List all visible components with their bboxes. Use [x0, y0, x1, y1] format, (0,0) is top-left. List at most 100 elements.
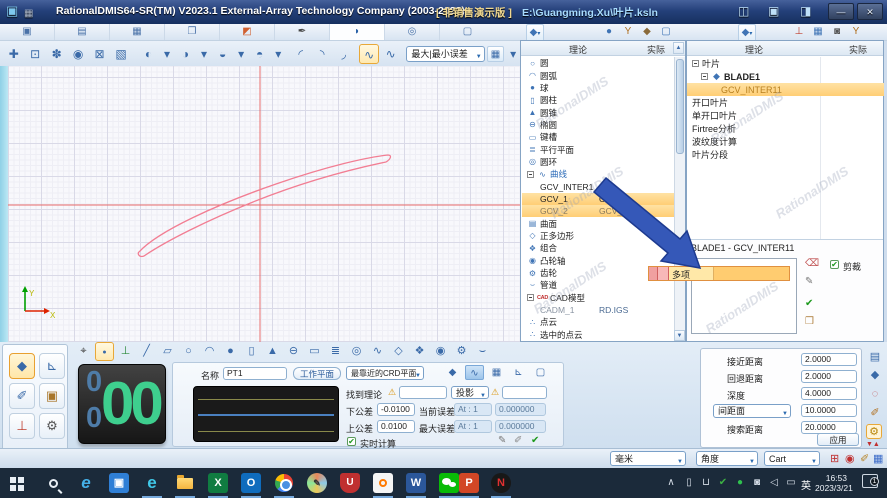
scroll-up-button[interactable]: ▲	[673, 42, 684, 54]
tree-item-ellipse[interactable]: ⊖椭圆	[522, 119, 674, 131]
taskbar-powerpoint-icon[interactable]: P	[455, 471, 483, 495]
path-icon[interactable]: ⊞	[830, 452, 839, 465]
hand-icon[interactable]: ✽	[47, 44, 66, 64]
curve-feature-icon[interactable]: ∿	[368, 342, 387, 361]
tree-item-blade-root[interactable]: 叶片	[687, 57, 820, 70]
ellipse-feature-icon[interactable]: ⊖	[284, 342, 303, 361]
workplane-button[interactable]: 工作平面	[293, 367, 341, 380]
tree-item-pipe[interactable]: ⌣管道	[522, 279, 674, 291]
tab-angle-icon[interactable]: ⊾	[509, 365, 528, 380]
approach-distance-input[interactable]: 2.0000	[801, 353, 857, 366]
feature-tree-scrollbar[interactable]: ▼	[674, 57, 685, 341]
tray-language-indicator[interactable]: 英	[801, 477, 811, 492]
tray-clock[interactable]: 16:53 2023/3/21	[815, 473, 847, 493]
upper-tolerance-input[interactable]: 0.0100	[377, 420, 415, 433]
cap-view-icon[interactable]: ◆	[638, 24, 656, 39]
tray-display-icon[interactable]: ▭	[784, 471, 798, 495]
axis-triad-icon[interactable]: ⊥	[9, 413, 35, 439]
taskbar-dmis-app-icon[interactable]: N	[487, 471, 515, 495]
tree-item-cadm-1[interactable]: CADM_1RD.IGS	[522, 304, 674, 316]
realtime-calc-checkbox[interactable]	[347, 437, 356, 446]
tab-machine[interactable]: ▣	[0, 24, 55, 40]
tree-item-blade1[interactable]: ◆BLADE1	[687, 70, 820, 83]
tree-item-blade-sections[interactable]: 叶片分段	[687, 148, 820, 161]
combination-feature-icon[interactable]: ❖	[410, 342, 429, 361]
chevron-down-icon[interactable]: ▾	[234, 44, 248, 64]
scroll-down-button[interactable]: ▼	[674, 330, 685, 341]
lower-tolerance-input[interactable]: -0.0100	[377, 403, 415, 416]
profile-3-icon[interactable]: ◞	[334, 44, 353, 64]
tree-item-sphere[interactable]: ●球	[522, 82, 674, 94]
tab-monitor[interactable]: ◎	[385, 24, 440, 40]
tab-table[interactable]: ▦	[110, 24, 165, 40]
sphere-feature-icon[interactable]: ●	[221, 342, 240, 361]
collapse-icon[interactable]	[527, 171, 534, 178]
pipe-feature-icon[interactable]: ⌣	[473, 342, 492, 361]
projection-dropdown[interactable]: 投影	[451, 386, 489, 399]
profile-1-icon[interactable]: ◜	[291, 44, 310, 64]
tree-item-polygon[interactable]: ◇正多边形	[522, 230, 674, 242]
fixture-box-icon[interactable]: ▣	[39, 383, 65, 409]
units-dropdown[interactable]: 毫米	[610, 451, 686, 466]
theory-column-header[interactable]: 理论	[745, 43, 763, 56]
taskbar-internet-explorer-icon[interactable]: e	[72, 471, 100, 495]
view-side-icon[interactable]: ◑	[176, 44, 195, 64]
confirm-result-icon[interactable]: ✔	[531, 435, 539, 446]
view-iso-icon[interactable]: ◓	[250, 44, 269, 64]
depth-input[interactable]: 4.0000	[801, 387, 857, 400]
clip-checkbox[interactable]	[830, 260, 839, 269]
scrollbar-thumb[interactable]	[676, 59, 684, 154]
tree-item-gcv-1[interactable]: GCV_1GCV_1	[522, 193, 674, 205]
taskbar-foxit-icon[interactable]	[369, 471, 397, 495]
profile-2-icon[interactable]: ◝	[312, 44, 331, 64]
find-theory-input[interactable]	[399, 386, 447, 399]
tray-usb-icon[interactable]: ⊔	[699, 471, 713, 495]
segment-cell[interactable]	[658, 267, 669, 280]
polygon-feature-icon[interactable]: ◇	[389, 342, 408, 361]
window-layout-icon[interactable]: ▣	[768, 4, 779, 18]
tree-item-torus[interactable]: ◎圆环	[522, 156, 674, 168]
tree-item-gcv-inter11[interactable]: GCV_INTER11	[687, 83, 884, 96]
collapse-icon[interactable]	[692, 60, 699, 67]
tray-volume-icon[interactable]: ◁	[767, 471, 781, 495]
grid-display-icon[interactable]: ▦	[487, 46, 505, 62]
tray-expand-icon[interactable]: ∧	[664, 471, 678, 495]
view-front-icon[interactable]: ◐	[139, 44, 158, 64]
chevron-down-icon[interactable]: ▾	[271, 44, 285, 64]
print-icon[interactable]: ▤	[867, 350, 883, 363]
coord-system-dropdown[interactable]: Cart	[764, 451, 820, 466]
tree-item-waviness-calc[interactable]: 波纹度计算	[687, 135, 820, 148]
tab-graph-icon[interactable]: ∿	[465, 365, 484, 380]
line-feature-icon[interactable]: ╱	[137, 342, 156, 361]
taskbar-word-icon[interactable]: W	[402, 471, 430, 495]
probe-y-icon[interactable]: Y	[619, 24, 637, 39]
tray-wechat-icon[interactable]: ●	[733, 471, 747, 495]
segment-row-multi[interactable]: 多项	[648, 266, 790, 281]
circle-feature-icon[interactable]: ○	[179, 342, 198, 361]
view-top-icon[interactable]: ◒	[213, 44, 232, 64]
feature-name-input[interactable]: PT1	[223, 367, 287, 380]
tab-monitor-icon[interactable]: ▢	[531, 365, 550, 380]
clearance-plane-dropdown[interactable]: 间距面	[713, 404, 791, 418]
angle-dropdown[interactable]: 角度	[696, 451, 758, 466]
taskbar-search-button[interactable]	[39, 471, 67, 495]
point-feature-icon[interactable]: ●	[95, 342, 114, 361]
sphere-view-icon[interactable]: ●	[600, 24, 618, 39]
retract-distance-input[interactable]: 2.0000	[801, 370, 857, 383]
tree-item-circle[interactable]: ○圆	[522, 57, 674, 69]
taskbar-excel-icon[interactable]: X	[204, 471, 232, 495]
grid-display-icon[interactable]: ▦	[873, 452, 883, 465]
taskbar-file-explorer-icon[interactable]	[171, 471, 199, 495]
tab-document[interactable]: ▤	[55, 24, 110, 40]
tree-item-combination[interactable]: ❖组合	[522, 242, 674, 254]
tree-item-selected-point-cloud[interactable]: ∴选中的点云	[522, 329, 674, 340]
caliper-icon[interactable]: ⊾	[39, 353, 65, 379]
collapse-icon[interactable]	[701, 73, 708, 80]
monitor-view-icon[interactable]: ▢	[657, 24, 675, 39]
plane-feature-icon[interactable]: ▱	[158, 342, 177, 361]
cam-feature-icon[interactable]: ◉	[431, 342, 450, 361]
graphics-canvas[interactable]: Y X	[8, 66, 520, 342]
probe-ball-icon[interactable]: ◉	[845, 452, 855, 465]
tree-item-curve-category[interactable]: ∿曲线	[522, 168, 674, 180]
tree-item-parallel-planes[interactable]: ≣平行平面	[522, 143, 674, 155]
